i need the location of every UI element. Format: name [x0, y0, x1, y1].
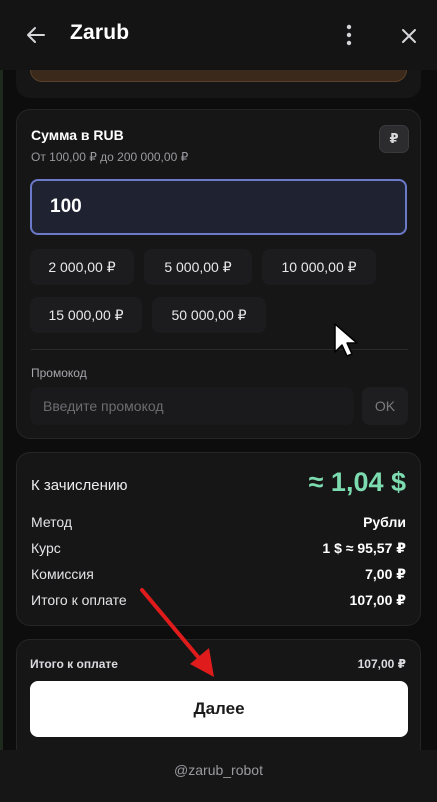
back-button[interactable] — [22, 21, 50, 49]
annotation-arrow-icon — [140, 588, 214, 677]
amount-card: Сумма в RUB От 100,00 ₽ до 200 000,00 ₽ … — [16, 109, 421, 439]
bottom-bar: @zarub_robot — [0, 750, 437, 802]
promo-ok-button[interactable]: OK — [362, 387, 408, 425]
fee-value: 7,00 ₽ — [365, 566, 406, 582]
amount-title: Сумма в RUB — [31, 127, 124, 143]
preset-chip[interactable]: 10 000,00 ₽ — [262, 249, 376, 285]
arrow-left-icon — [27, 27, 45, 43]
close-button[interactable] — [396, 23, 422, 49]
method-value: Рубли — [363, 514, 406, 530]
close-icon — [402, 29, 416, 43]
credit-value: ≈ 1,04 $ — [308, 467, 406, 497]
method-label: Метод — [31, 514, 73, 530]
footer-total-value: 107,00 ₽ — [357, 657, 406, 671]
mouse-cursor-icon — [334, 323, 358, 357]
credit-label: К зачислению — [31, 477, 128, 494]
rate-label: Курс — [31, 540, 61, 556]
preset-chip[interactable]: 2 000,00 ₽ — [30, 249, 134, 285]
page-title: Zarub — [70, 21, 130, 44]
previous-card-remnant — [16, 70, 421, 98]
preset-chip[interactable]: 50 000,00 ₽ — [152, 297, 266, 333]
preset-chip[interactable]: 15 000,00 ₽ — [30, 297, 142, 333]
total-label: Итого к оплате — [31, 592, 127, 608]
more-button[interactable] — [336, 22, 362, 48]
previous-card-bar — [30, 70, 407, 82]
amount-range: От 100,00 ₽ до 200 000,00 ₽ — [31, 150, 189, 164]
currency-badge[interactable]: ₽ — [379, 125, 409, 153]
window-edge — [0, 0, 3, 802]
promo-input[interactable]: Введите промокод — [30, 387, 354, 425]
preset-chip[interactable]: 5 000,00 ₽ — [144, 249, 252, 285]
fee-label: Комиссия — [31, 566, 94, 582]
promo-label: Промокод — [31, 366, 87, 380]
bot-handle: @zarub_robot — [174, 762, 263, 778]
total-value: 107,00 ₽ — [349, 592, 406, 608]
rate-value: 1 $ ≈ 95,57 ₽ — [322, 540, 406, 556]
header: Zarub — [0, 0, 437, 70]
dots-vertical-icon — [346, 24, 352, 46]
amount-input[interactable]: 100 — [30, 179, 407, 235]
footer-total-label: Итого к оплате — [30, 657, 118, 671]
